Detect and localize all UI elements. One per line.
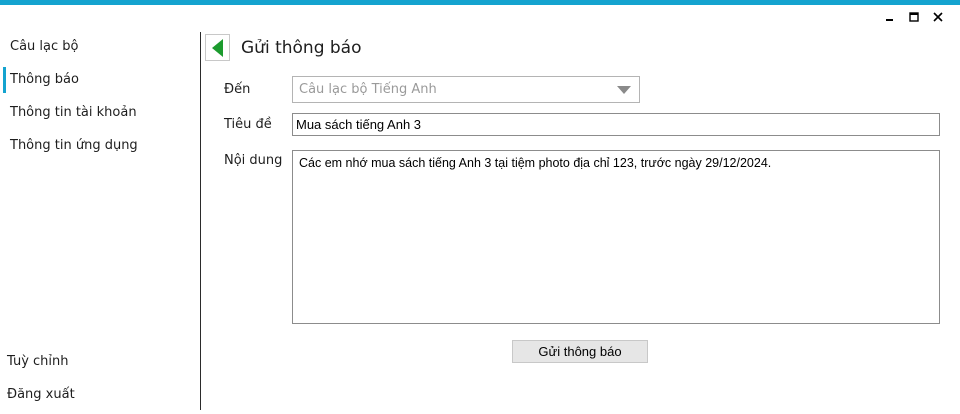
sidebar-item-account-info[interactable]: Thông tin tài khoản	[10, 103, 137, 123]
minimize-button[interactable]	[878, 8, 902, 26]
close-icon	[933, 12, 943, 22]
maximize-button[interactable]	[902, 8, 926, 26]
window-controls	[878, 8, 950, 26]
sidebar-item-notifications[interactable]: Thông báo	[3, 67, 79, 93]
subject-input[interactable]: Mua sách tiếng Anh 3	[292, 113, 940, 136]
back-button[interactable]	[205, 34, 230, 61]
sidebar-item-label: Thông tin tài khoản	[10, 105, 137, 120]
send-notification-button[interactable]: Gửi thông báo	[512, 340, 648, 363]
content-textarea[interactable]: Các em nhớ mua sách tiếng Anh 3 tại tiệm…	[292, 150, 940, 324]
sidebar-item-label: Thông tin ứng dụng	[10, 138, 138, 153]
to-label: Đến	[224, 82, 251, 97]
content-label: Nội dung	[224, 153, 283, 168]
sidebar-item-label: Đăng xuất	[7, 387, 75, 402]
back-arrow-icon	[211, 38, 223, 57]
app-window: Câu lạc bộ Thông báo Thông tin tài khoản…	[0, 0, 960, 414]
sidebar-item-app-info[interactable]: Thông tin ứng dụng	[10, 136, 138, 156]
sidebar-item-clubs[interactable]: Câu lạc bộ	[10, 37, 78, 57]
sidebar-item-label: Câu lạc bộ	[10, 39, 79, 54]
recipient-select-value: Câu lạc bộ Tiếng Anh	[299, 82, 437, 97]
recipient-select[interactable]: Câu lạc bộ Tiếng Anh	[292, 76, 640, 103]
chevron-down-icon	[617, 86, 631, 94]
sidebar-item-logout[interactable]: Đăng xuất	[7, 385, 75, 405]
sidebar-item-label: Thông báo	[10, 72, 79, 87]
subject-label: Tiêu đề	[224, 117, 272, 132]
sidebar-item-settings[interactable]: Tuỳ chỉnh	[7, 352, 69, 372]
sidebar: Câu lạc bộ Thông báo Thông tin tài khoản…	[0, 28, 200, 414]
sidebar-item-label: Tuỳ chỉnh	[7, 354, 69, 369]
maximize-icon	[909, 12, 919, 22]
page-title: Gửi thông báo	[241, 38, 362, 58]
title-accent-bar	[0, 0, 960, 5]
sidebar-divider	[200, 32, 201, 410]
close-button[interactable]	[926, 8, 950, 26]
minimize-icon	[886, 19, 893, 21]
